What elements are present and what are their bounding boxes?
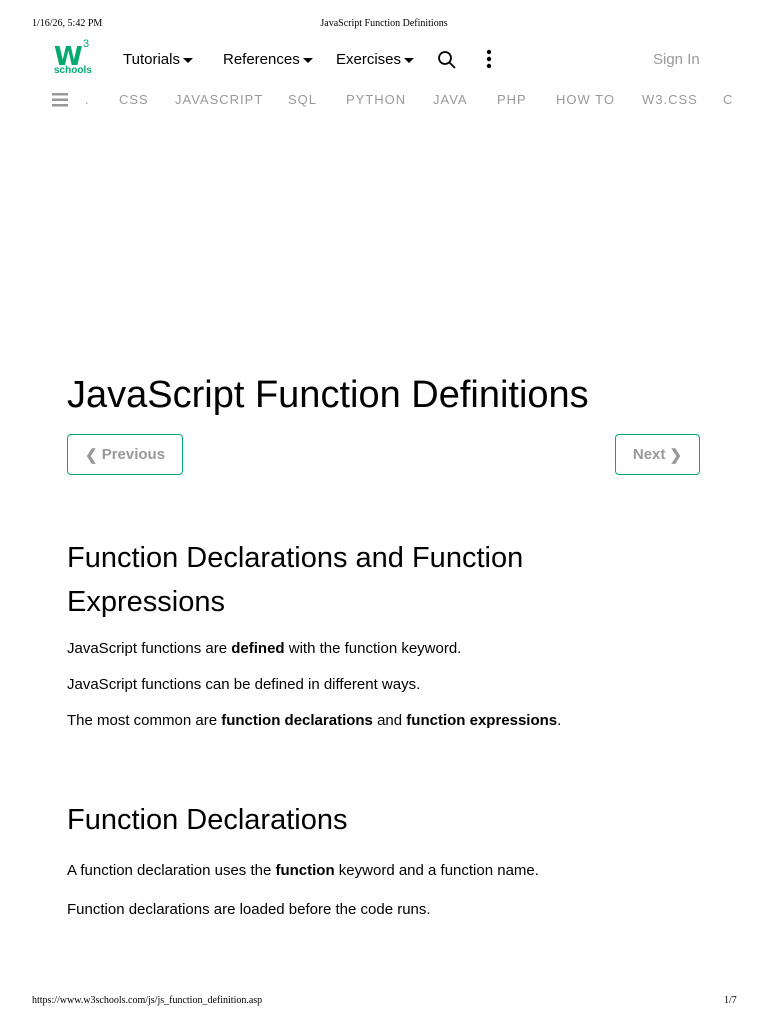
topic-css[interactable]: CSS (119, 92, 149, 107)
section-heading-declarations: Function Declarations (67, 804, 348, 836)
nav-exercises-label: Exercises (336, 51, 402, 68)
search-icon[interactable] (437, 50, 457, 70)
nav-tutorials-label: Tutorials (123, 51, 180, 68)
nav-tutorials[interactable]: Tutorials (123, 51, 193, 68)
next-button[interactable]: Next ❯ (615, 434, 700, 475)
section-heading-declarations-expressions: Function Declarations and Function Expre… (67, 542, 524, 618)
topic-w3css[interactable]: W3.CSS (642, 92, 698, 107)
logo-sup: 3 (83, 38, 90, 50)
caret-down-icon (302, 57, 313, 63)
paragraph-ways: JavaScript functions can be defined in d… (67, 676, 421, 693)
topic-python[interactable]: PYTHON (346, 92, 406, 107)
w3schools-logo[interactable]: W 3 schools (54, 38, 94, 76)
topic-c[interactable]: C (723, 92, 733, 107)
topic-php[interactable]: PHP (497, 92, 527, 107)
previous-label: Previous (101, 446, 166, 463)
next-label: Next (632, 446, 666, 463)
logo-text: schools (54, 65, 92, 76)
sign-in-link[interactable]: Sign In (653, 51, 700, 68)
topic-sql[interactable]: SQL (288, 92, 317, 107)
print-title: JavaScript Function Definitions (320, 18, 448, 29)
nav-exercises[interactable]: Exercises (336, 51, 415, 68)
nav-references[interactable]: References (223, 51, 313, 68)
topic-javascript[interactable]: JAVASCRIPT (175, 92, 263, 107)
paragraph-declaration: A function declaration uses the function… (67, 862, 539, 879)
chevron-right-icon: ❯ (665, 446, 683, 464)
chevron-left-icon: ❮ (84, 446, 102, 464)
topic-howto[interactable]: HOW TO (556, 92, 615, 107)
topic-java[interactable]: JAVA (433, 92, 468, 107)
print-url: https://www.w3schools.com/js/js_function… (32, 995, 263, 1006)
nav-references-label: References (223, 51, 300, 68)
paragraph-defined: JavaScript functions are defined with th… (67, 640, 462, 657)
page-title: JavaScript Function Definitions (67, 374, 589, 416)
caret-down-icon (404, 57, 415, 63)
previous-button[interactable]: ❮ Previous (67, 434, 183, 475)
paragraph-loaded: Function declarations are loaded before … (67, 901, 431, 918)
paragraph-common: The most common are function declaration… (67, 712, 562, 729)
print-page-number: 1/7 (724, 995, 737, 1006)
caret-down-icon (182, 57, 193, 63)
topic-dot[interactable]: . (85, 92, 90, 107)
menu-icon[interactable] (52, 93, 68, 107)
more-vertical-icon[interactable] (484, 49, 494, 69)
